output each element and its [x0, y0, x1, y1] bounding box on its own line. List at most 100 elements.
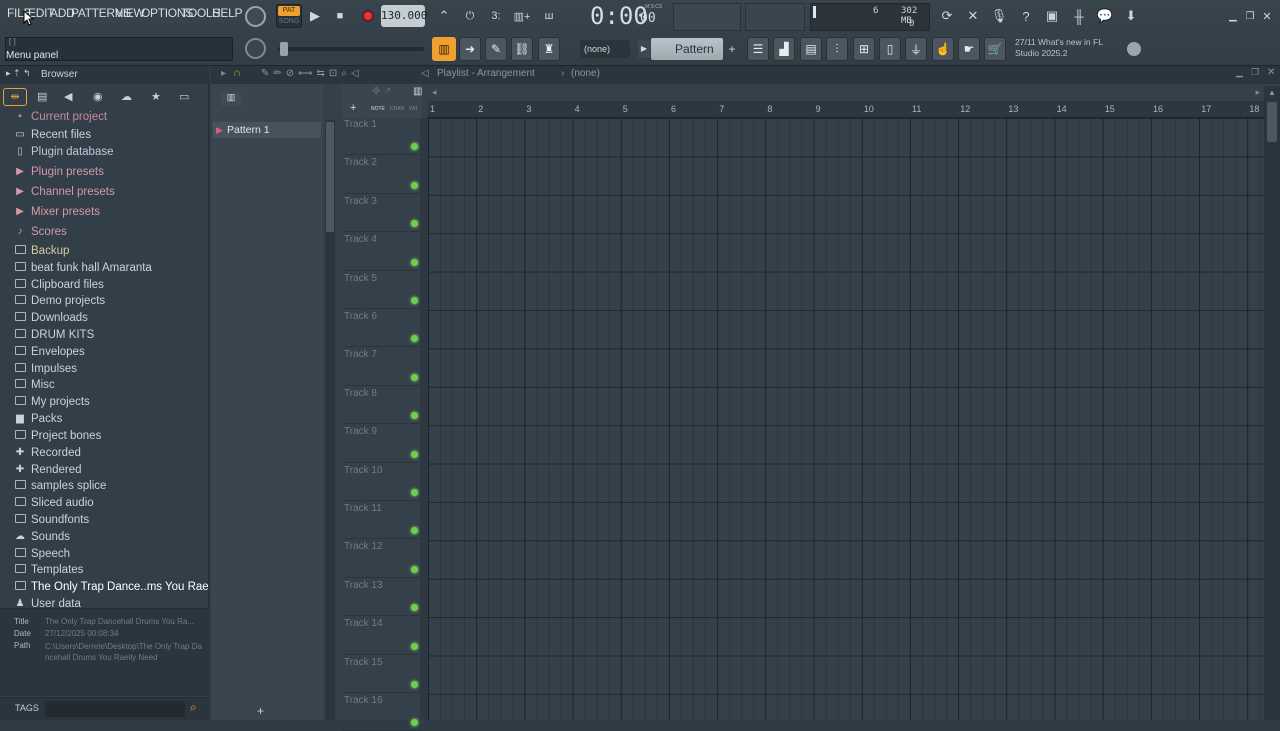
loop-record-button[interactable]: ш: [538, 5, 560, 27]
browser-item[interactable]: Project bones: [14, 427, 101, 444]
track-mute-led[interactable]: [411, 296, 418, 304]
track-mute-led[interactable]: [411, 719, 418, 727]
browser-item[interactable]: Downloads: [14, 309, 88, 326]
browser-item[interactable]: Clipboard files: [14, 276, 104, 293]
play-button[interactable]: ▶: [304, 5, 326, 27]
news-panel[interactable]: 27/11 What's new in FL Studio 2025.2: [1015, 37, 1103, 59]
snap-arrow-button[interactable]: ➜: [459, 37, 481, 61]
master-pitch-slider[interactable]: [278, 42, 424, 56]
close-button[interactable]: ✕: [1260, 5, 1274, 27]
piano-roll-button[interactable]: ▟: [773, 37, 795, 61]
track-mute-led[interactable]: [411, 335, 418, 343]
browser-item[interactable]: ▶ Mixer presets: [14, 203, 100, 220]
tab-audio[interactable]: ◀: [64, 90, 72, 103]
playlist-vertical-scrollbar[interactable]: ▲: [1264, 86, 1280, 720]
track-header[interactable]: Track 4: [342, 232, 422, 271]
browser-item[interactable]: ☁ Sounds: [14, 528, 70, 545]
track-header[interactable]: Track 11: [342, 501, 422, 540]
browser-item[interactable]: Templates: [14, 561, 83, 578]
pattern-selector[interactable]: Pattern 1: [651, 38, 723, 78]
browser-item[interactable]: ▆ Packs: [14, 410, 62, 427]
playlist-maximize-icon[interactable]: ❐: [1251, 67, 1259, 78]
tab-plugins[interactable]: ◉: [93, 90, 103, 103]
browser-item[interactable]: Backup: [14, 242, 69, 259]
browser-item[interactable]: ✚ Recorded: [14, 444, 81, 461]
project-browser-button[interactable]: ▯: [879, 37, 901, 61]
channel-rack-button[interactable]: ▤: [800, 37, 822, 61]
browser-item[interactable]: My projects: [14, 393, 90, 410]
download-button[interactable]: ⬇: [1120, 5, 1142, 27]
track-header[interactable]: Track 10: [342, 463, 422, 501]
track-mute-led[interactable]: [411, 450, 418, 458]
browser-item[interactable]: beat funk hall Amaranta: [14, 259, 152, 276]
tab-all[interactable]: ⇹: [3, 88, 27, 106]
browser-item[interactable]: Misc: [14, 376, 55, 393]
tools-button[interactable]: ✕: [962, 5, 984, 27]
picker-pattern-item[interactable]: ▶ Pattern 1: [213, 122, 321, 138]
track-mute-led[interactable]: [411, 373, 418, 381]
track-mute-led[interactable]: [411, 143, 418, 151]
browser-item[interactable]: ✚ Rendered: [14, 461, 82, 478]
track-mute-led[interactable]: [411, 181, 418, 189]
tempo-tapper-button[interactable]: ☛: [958, 37, 980, 61]
maximize-button[interactable]: ❐: [1243, 5, 1257, 27]
edit-tool-button[interactable]: ✎: [485, 37, 507, 61]
audio-input-button[interactable]: 🎙: [988, 5, 1010, 27]
note-filter-label[interactable]: NOTE: [371, 106, 385, 112]
slider-handle[interactable]: [280, 42, 288, 56]
browser-item[interactable]: ▪ Current project: [14, 110, 107, 125]
playlist-menu-arrow-icon[interactable]: ▸: [221, 68, 226, 79]
browser-item[interactable]: The Only Trap Dance..ms You Raelly Need: [14, 578, 209, 595]
browser-item[interactable]: Envelopes: [14, 343, 85, 360]
playlist-close-icon[interactable]: ✕: [1267, 67, 1275, 78]
picker-scroll-thumb[interactable]: [326, 122, 334, 232]
arrangement-grid[interactable]: [428, 118, 1264, 720]
playlist-button[interactable]: ☰: [747, 37, 769, 61]
tab-projects[interactable]: ▤: [37, 90, 47, 103]
metronome-button[interactable]: ⌃: [433, 5, 455, 27]
playlist-minimize-icon[interactable]: ▁: [1236, 67, 1243, 78]
track-header[interactable]: Track 1: [342, 117, 422, 156]
picker-piano-icon[interactable]: ▥: [221, 92, 241, 106]
track-mute-led[interactable]: [411, 258, 418, 266]
track-header[interactable]: Track 9: [342, 424, 422, 463]
browser-item[interactable]: DRUM KITS: [14, 326, 94, 343]
link-button[interactable]: ⛓: [511, 37, 533, 61]
chan-filter-label[interactable]: CHAN: [390, 106, 404, 112]
browser-item[interactable]: ▯ Plugin database: [14, 143, 113, 160]
overview-strip[interactable]: ◂ ▸: [428, 86, 1264, 101]
mixer-view-button[interactable]: ⫶: [826, 37, 848, 61]
browser-item[interactable]: ♪ Scores: [14, 223, 67, 240]
add-track-button[interactable]: +: [257, 704, 264, 718]
browser-item[interactable]: ▶ Channel presets: [14, 183, 115, 200]
track-header[interactable]: Track 7: [342, 347, 422, 386]
step-edit-button[interactable]: ▥+: [511, 5, 533, 27]
typing-keyboard-button[interactable]: ▥: [432, 37, 456, 61]
track-header[interactable]: Track 14: [342, 616, 422, 655]
track-header[interactable]: Track 12: [342, 539, 422, 578]
minimize-button[interactable]: ▁: [1226, 5, 1240, 27]
touch-controller-button[interactable]: ☝: [932, 37, 954, 61]
tags-search-input[interactable]: [45, 701, 185, 717]
menu-help[interactable]: HELP: [212, 6, 242, 20]
picker-scrollbar[interactable]: [325, 120, 335, 720]
add-pattern-button[interactable]: +: [726, 40, 738, 58]
tab-cloud[interactable]: ☁: [121, 90, 132, 103]
track-mute-led[interactable]: [411, 412, 418, 420]
track-header[interactable]: Track 6: [342, 309, 422, 348]
track-mute-led[interactable]: [411, 220, 418, 228]
tab-folders[interactable]: ▭: [179, 90, 189, 103]
browser-item[interactable]: Soundfonts: [14, 511, 89, 528]
track-mute-led[interactable]: [411, 527, 418, 535]
master-volume-knob[interactable]: [245, 6, 266, 27]
track-mute-led[interactable]: [411, 488, 418, 496]
record-button[interactable]: [357, 5, 379, 27]
snap-tools-icon[interactable]: ✥ ↗: [372, 86, 392, 97]
wait-for-input-button[interactable]: ⏻: [459, 5, 481, 27]
browser-item[interactable]: ♟ User data: [14, 595, 81, 609]
online-globe-icon[interactable]: [1127, 42, 1141, 56]
track-header[interactable]: Track 16: [342, 693, 422, 731]
magnet-icon[interactable]: ∩: [233, 67, 241, 79]
browser-item[interactable]: ▭ Recent files: [14, 126, 91, 143]
tab-favorites[interactable]: ★: [151, 90, 161, 103]
